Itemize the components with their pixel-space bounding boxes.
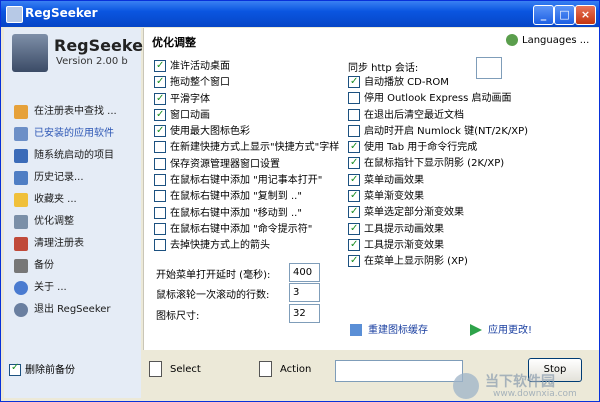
app-version: Version 2.00 b	[56, 56, 128, 67]
checkbox-box[interactable]	[154, 123, 166, 139]
star-icon	[14, 193, 28, 207]
app-logo-icon	[12, 34, 48, 72]
checkbox-box[interactable]	[348, 172, 360, 188]
option-move-to[interactable]: 在鼠标右键中添加 "移动到 .."	[154, 206, 339, 222]
minimize-button[interactable]: _	[533, 5, 554, 25]
delete-backup-checkbox[interactable]: 删除前备份	[9, 361, 75, 376]
languages-link[interactable]: Languages ...	[506, 34, 589, 46]
checkbox-box[interactable]	[348, 92, 360, 105]
backup-icon	[14, 259, 28, 273]
checkbox-box[interactable]	[348, 253, 360, 269]
document-icon	[149, 361, 162, 377]
option-tooltip-animation[interactable]: 工具提示动画效果	[348, 221, 528, 238]
option-menu-animation[interactable]: 菜单动画效果	[348, 172, 528, 189]
option-drag-full-window[interactable]: 拖动整个窗口	[154, 74, 339, 91]
option-window-animation[interactable]: 窗口动画	[154, 107, 339, 124]
checkbox-box[interactable]	[348, 108, 360, 121]
option-pointer-shadow[interactable]: 在鼠标指针下显示阴影 (2K/XP)	[348, 155, 528, 172]
option-smooth-fonts[interactable]: 平滑字体	[154, 91, 339, 108]
checkbox-box[interactable]	[154, 222, 166, 235]
checkbox-box[interactable]	[348, 74, 360, 90]
title-bar: RegSeeker _ □ ×	[1, 1, 599, 27]
option-command-prompt[interactable]: 在鼠标右键中添加 "命令提示符"	[154, 222, 339, 238]
checkbox-box[interactable]	[348, 124, 360, 137]
checkbox-box[interactable]	[348, 139, 360, 155]
wheel-lines-input[interactable]: 3	[289, 283, 320, 302]
option-max-icon-colors[interactable]: 使用最大图标色彩	[154, 123, 339, 140]
checkbox-box[interactable]	[154, 107, 166, 123]
option-autoplay-cdrom[interactable]: 自动播放 CD-ROM	[348, 74, 528, 91]
sidebar: RegSeeker Version 2.00 b 在注册表中查找 ... 已安装…	[4, 28, 151, 398]
search-icon	[14, 105, 28, 119]
rebuild-icon-cache-link[interactable]: 重建图标缓存	[350, 321, 428, 336]
play-icon	[470, 324, 482, 336]
apps-icon	[14, 127, 28, 141]
search-input[interactable]	[335, 360, 463, 382]
http-sessions-label: 同步 http 会话:	[348, 63, 419, 74]
option-remove-shortcut-arrow[interactable]: 去掉快捷方式上的箭头	[154, 238, 339, 254]
checkbox-box[interactable]	[154, 174, 166, 187]
option-tab-completion[interactable]: 使用 Tab 用于命令行完成	[348, 139, 528, 156]
watermark-logo-icon	[453, 373, 479, 399]
watermark: 当下软件园 www.downxia.com	[453, 373, 593, 399]
checkbox-box[interactable]	[154, 206, 166, 219]
panel-title: 优化调整	[152, 36, 196, 49]
main-window: RegSeeker _ □ × RegSeeker Version 2.00 b…	[0, 0, 600, 402]
menu-delay-label: 开始菜单打开延时 (毫秒):	[156, 270, 271, 281]
maximize-button[interactable]: □	[554, 5, 575, 25]
checkbox-box[interactable]	[348, 204, 360, 220]
exit-icon	[14, 303, 28, 317]
checkbox-box[interactable]	[9, 362, 21, 376]
checkbox-box[interactable]	[154, 157, 166, 170]
option-menu-fade[interactable]: 菜单渐变效果	[348, 188, 528, 205]
document-icon	[259, 361, 272, 377]
app-icon	[6, 6, 23, 23]
checkbox-box[interactable]	[154, 58, 166, 74]
checkbox-box[interactable]	[154, 141, 166, 154]
startup-icon	[14, 149, 28, 163]
option-open-with-notepad[interactable]: 在鼠标右键中添加 "用记事本打开"	[154, 173, 339, 189]
icon-size-input[interactable]: 32	[289, 304, 320, 323]
checkbox-box[interactable]	[154, 190, 166, 203]
watermark-url: www.downxia.com	[493, 389, 577, 399]
option-clear-recent-docs[interactable]: 在退出后清空最近文档	[348, 108, 528, 124]
option-tooltip-fade[interactable]: 工具提示渐变效果	[348, 237, 528, 254]
select-button[interactable]: Select	[149, 361, 201, 377]
close-button[interactable]: ×	[575, 5, 596, 25]
option-disable-outlook-splash[interactable]: 停用 Outlook Express 启动画面	[348, 91, 528, 107]
action-button[interactable]: Action	[259, 361, 311, 377]
menu-delay-input[interactable]: 400	[289, 263, 320, 282]
window-title: RegSeeker	[25, 6, 98, 20]
apply-changes-link[interactable]: 应用更改!	[470, 321, 532, 336]
checkbox-box[interactable]	[154, 74, 166, 90]
icon-size-label: 图标尺寸:	[156, 311, 200, 322]
left-options: 准许活动桌面 拖动整个窗口 平滑字体 窗口动画 使用最大图标色彩 在新建快捷方式…	[154, 58, 339, 255]
tweak-icon	[14, 215, 28, 229]
option-numlock-on-start[interactable]: 启动时开启 Numlock 键(NT/2K/XP)	[348, 124, 528, 140]
option-save-explorer-settings[interactable]: 保存资源管理器窗口设置	[154, 157, 339, 173]
history-icon	[14, 171, 28, 185]
watermark-title: 当下软件园	[485, 374, 555, 390]
checkbox-box[interactable]	[154, 91, 166, 107]
checkbox-box[interactable]	[348, 155, 360, 171]
wheel-lines-label: 鼠标滚轮一次滚动的行数:	[156, 290, 270, 301]
option-menu-shadow[interactable]: 在菜单上显示阴影 (XP)	[348, 253, 528, 270]
checkbox-box[interactable]	[154, 239, 166, 252]
app-name: RegSeeker	[54, 36, 151, 55]
checkbox-box[interactable]	[348, 237, 360, 253]
option-menu-selection-fade[interactable]: 菜单选定部分渐变效果	[348, 204, 528, 221]
checkbox-box[interactable]	[348, 188, 360, 204]
tweaks-panel: 优化调整 Languages ... 准许活动桌面 拖动整个窗口 平滑字体 窗口…	[143, 28, 599, 350]
info-icon	[14, 281, 28, 295]
right-options: 自动播放 CD-ROM 停用 Outlook Express 启动画面 在退出后…	[348, 74, 528, 271]
clean-icon	[14, 237, 28, 251]
option-active-desktop[interactable]: 准许活动桌面	[154, 58, 339, 75]
people-icon	[506, 34, 518, 46]
option-shortcut-text[interactable]: 在新建快捷方式上显示"快捷方式"字样	[154, 140, 339, 156]
option-copy-to[interactable]: 在鼠标右键中添加 "复制到 .."	[154, 189, 339, 205]
checkbox-box[interactable]	[348, 221, 360, 237]
rebuild-icon	[350, 324, 362, 336]
